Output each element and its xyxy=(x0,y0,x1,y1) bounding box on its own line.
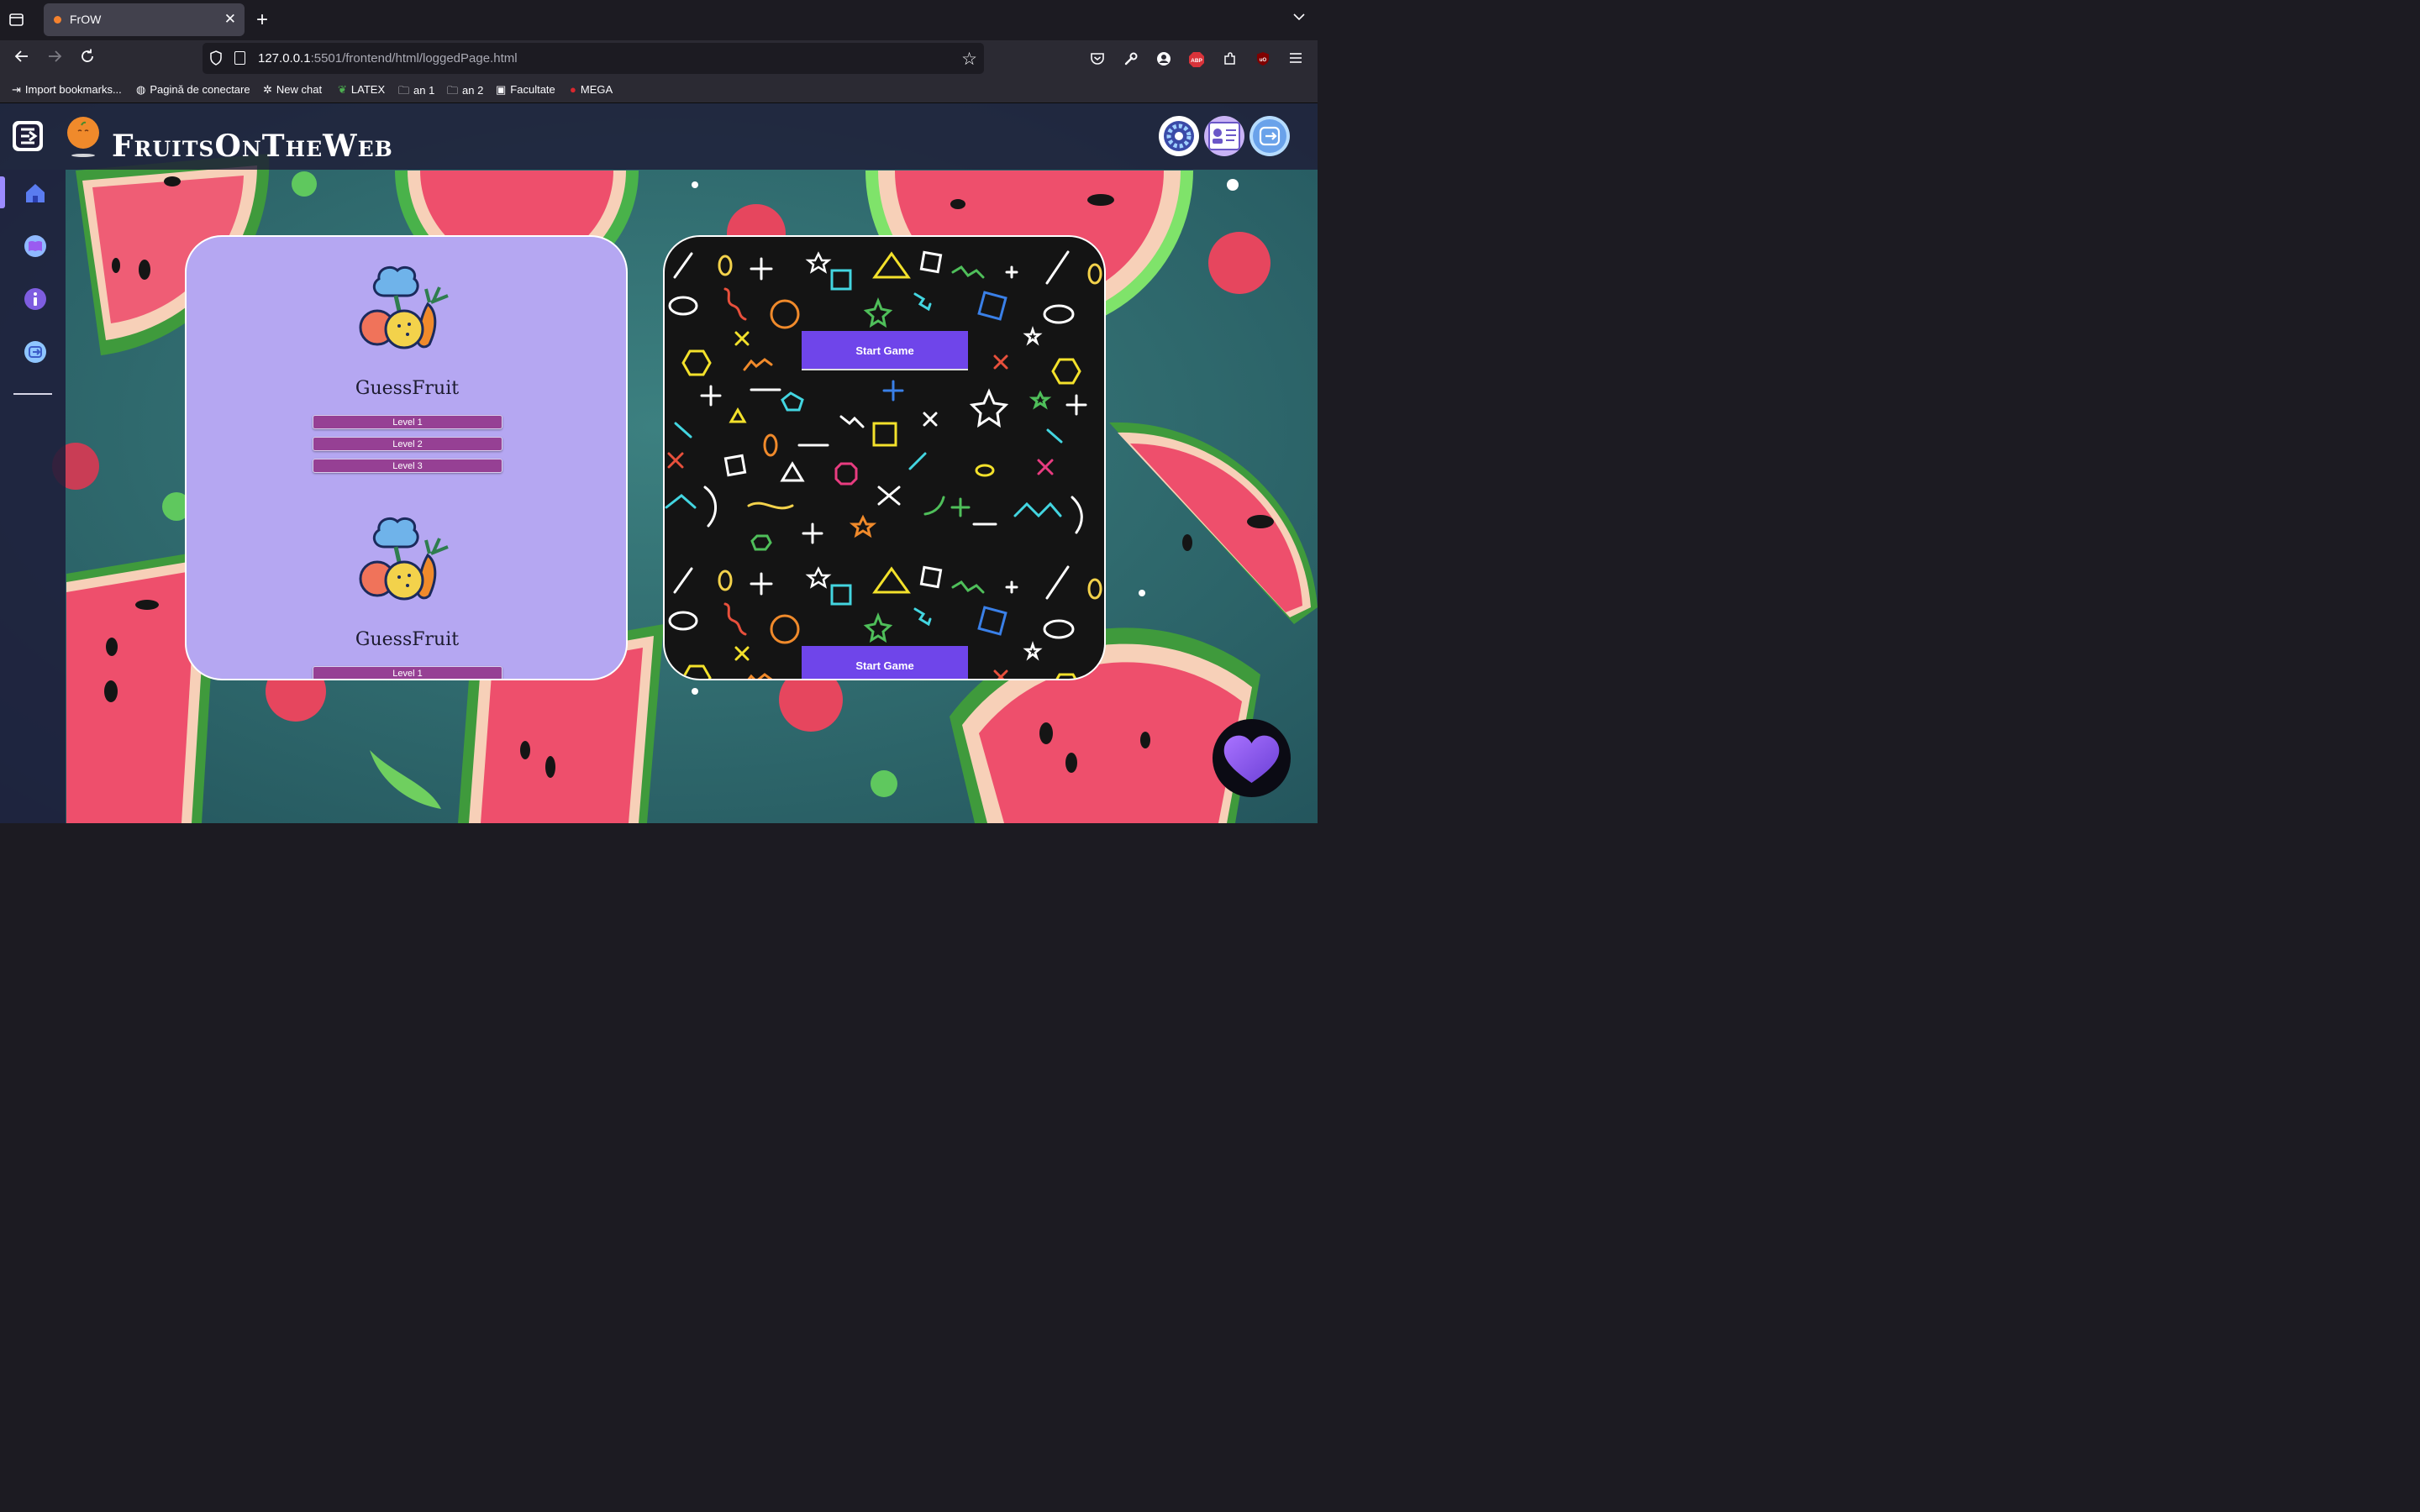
address-bar[interactable]: 127.0.0.1:5501/frontend/html/loggedPage.… xyxy=(203,43,984,74)
orange-favicon-icon xyxy=(54,16,61,24)
favorites-button[interactable] xyxy=(1213,719,1291,797)
chatgpt-icon: ✲ xyxy=(263,83,272,96)
game-entry: GuessFruit Level 1 xyxy=(187,488,626,679)
bookmark-import[interactable]: ⇥ Import bookmarks... xyxy=(12,83,122,97)
svg-text:ABP: ABP xyxy=(1191,58,1202,64)
wrench-icon[interactable] xyxy=(1123,51,1139,68)
url-text[interactable]: 127.0.0.1:5501/frontend/html/loggedPage.… xyxy=(258,51,518,66)
browser-tab-active[interactable]: FrOW ✕ xyxy=(44,3,245,36)
app-logo-icon[interactable] xyxy=(12,120,44,152)
close-tab-icon[interactable]: ✕ xyxy=(224,11,236,28)
level-3-button[interactable]: Level 3 xyxy=(313,459,502,473)
level-1-button[interactable]: Level 1 xyxy=(313,415,502,429)
fruits-vegetables-icon xyxy=(359,517,449,601)
tab-title: FrOW xyxy=(70,13,102,26)
memphis-pattern-background xyxy=(665,250,1102,679)
game-title: GuessFruit xyxy=(355,629,460,650)
tab-list-icon[interactable] xyxy=(8,12,27,29)
reload-button[interactable] xyxy=(79,48,96,70)
level-2-button[interactable]: Level 2 xyxy=(313,437,502,451)
browser-tab-bar: FrOW ✕ + xyxy=(0,0,1318,40)
game-title: GuessFruit xyxy=(355,378,460,399)
pocket-icon[interactable] xyxy=(1089,51,1106,68)
shield-icon[interactable] xyxy=(209,50,223,66)
bookmark-folder-an2[interactable]: 🗀 an 2 xyxy=(447,83,483,102)
app-header: FruitsOnTheWeb xyxy=(0,103,1318,170)
orange-mascot-icon xyxy=(67,117,99,157)
svg-text:uO: uO xyxy=(1260,58,1267,63)
start-game-card: Start Game Start Game xyxy=(663,235,1106,680)
account-icon[interactable] xyxy=(1155,51,1172,68)
overleaf-icon: ❦ xyxy=(338,83,347,96)
new-tab-button[interactable]: + xyxy=(256,8,268,32)
browser-nav-bar: 127.0.0.1:5501/frontend/html/loggedPage.… xyxy=(0,40,1318,78)
game-entry: GuessFruit Level 1 Level 2 Level 3 xyxy=(187,237,626,489)
chevron-down-icon[interactable] xyxy=(1292,10,1306,25)
sidebar-active-indicator xyxy=(0,176,5,208)
bookmark-facultate[interactable]: ▣ Facultate xyxy=(496,83,555,97)
import-icon: ⇥ xyxy=(12,83,21,96)
bookmark-new-chat[interactable]: ✲ New chat xyxy=(263,83,322,97)
logout-side-icon[interactable] xyxy=(23,339,48,365)
heart-icon xyxy=(1223,735,1280,783)
brand-title: FruitsOnTheWeb xyxy=(112,129,393,164)
bookmark-latex[interactable]: ❦ LATEX xyxy=(338,83,385,97)
bookmark-login-page[interactable]: ◍ Pagină de conectare xyxy=(136,83,250,97)
adblock-plus-icon[interactable]: ABP xyxy=(1188,51,1205,68)
forward-button[interactable] xyxy=(46,48,63,70)
mega-icon: ● xyxy=(570,83,576,96)
sidebar xyxy=(0,170,66,823)
start-game-button[interactable]: Start Game xyxy=(802,331,968,370)
menu-icon[interactable] xyxy=(1287,51,1304,68)
folder-icon: 🗀 xyxy=(447,84,459,97)
bookmarks-toolbar: ⇥ Import bookmarks... ◍ Pagină de conectar… xyxy=(0,78,1318,103)
sidebar-divider xyxy=(13,393,52,395)
start-game-button[interactable]: Start Game xyxy=(802,646,968,679)
info-icon[interactable] xyxy=(23,286,48,312)
globe-icon: ◍ xyxy=(136,83,146,96)
ublock-origin-icon[interactable]: uO xyxy=(1255,51,1271,68)
profile-card-icon[interactable] xyxy=(1203,115,1245,157)
home-icon[interactable] xyxy=(23,181,48,206)
web-page: FruitsOnTheWeb GuessFruit Level 1 Level … xyxy=(0,103,1318,823)
bookmark-folder-an1[interactable]: 🗀 an 1 xyxy=(398,83,434,102)
level-1-button[interactable]: Level 1 xyxy=(313,666,502,679)
extensions-icon[interactable] xyxy=(1222,51,1239,68)
bookmark-mega[interactable]: ● MEGA xyxy=(570,83,613,96)
logout-icon[interactable] xyxy=(1249,115,1291,157)
fruits-vegetables-icon xyxy=(359,265,449,349)
folder-icon: 🗀 xyxy=(398,84,410,97)
back-button[interactable] xyxy=(13,48,30,70)
bookmark-star-icon[interactable]: ☆ xyxy=(961,49,977,70)
settings-gear-icon[interactable] xyxy=(1158,115,1200,157)
game-list-card: GuessFruit Level 1 Level 2 Level 3 Guess… xyxy=(185,235,628,680)
notion-icon: ▣ xyxy=(496,83,507,96)
page-icon xyxy=(234,51,245,65)
book-icon[interactable] xyxy=(23,234,48,259)
